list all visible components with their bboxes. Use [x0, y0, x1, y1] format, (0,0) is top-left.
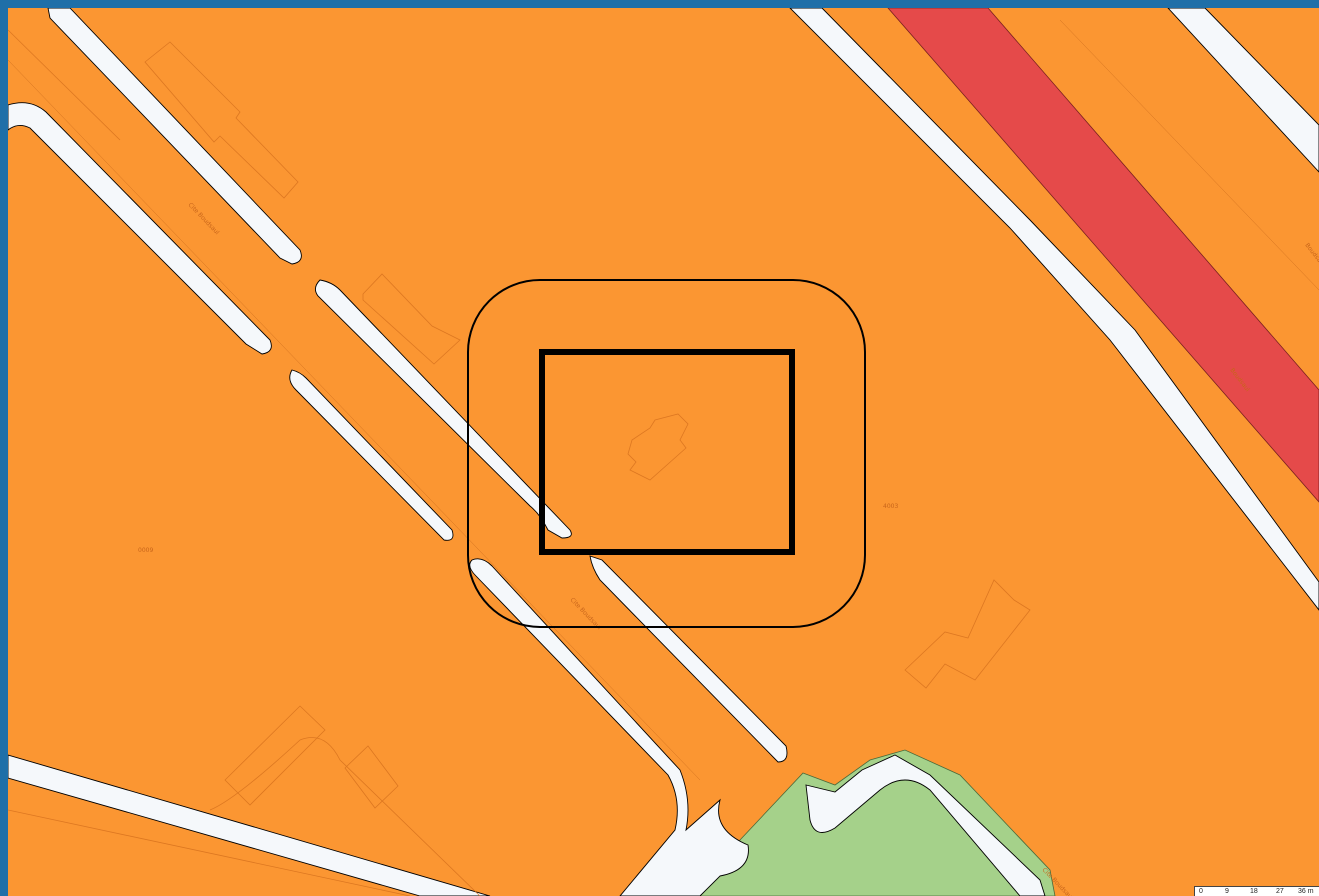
scale-tick-36m: 36 m — [1298, 888, 1314, 895]
map-canvas[interactable]: Cite Boudsaul Cite Boudsaul Cite Boudsau… — [8, 8, 1319, 896]
parcel-label-2: 4003 — [883, 503, 898, 510]
scale-tick-27: 27 — [1276, 888, 1284, 895]
scale-tick-18: 18 — [1250, 888, 1258, 895]
scale-bar: 0 9 18 27 36 m — [1194, 886, 1319, 896]
scale-tick-9: 9 — [1225, 888, 1229, 895]
scale-tick-0: 0 — [1199, 888, 1203, 895]
map-viewport[interactable]: Cite Boudsaul Cite Boudsaul Cite Boudsau… — [8, 8, 1319, 896]
parcel-label-1: 0009 — [138, 547, 153, 554]
